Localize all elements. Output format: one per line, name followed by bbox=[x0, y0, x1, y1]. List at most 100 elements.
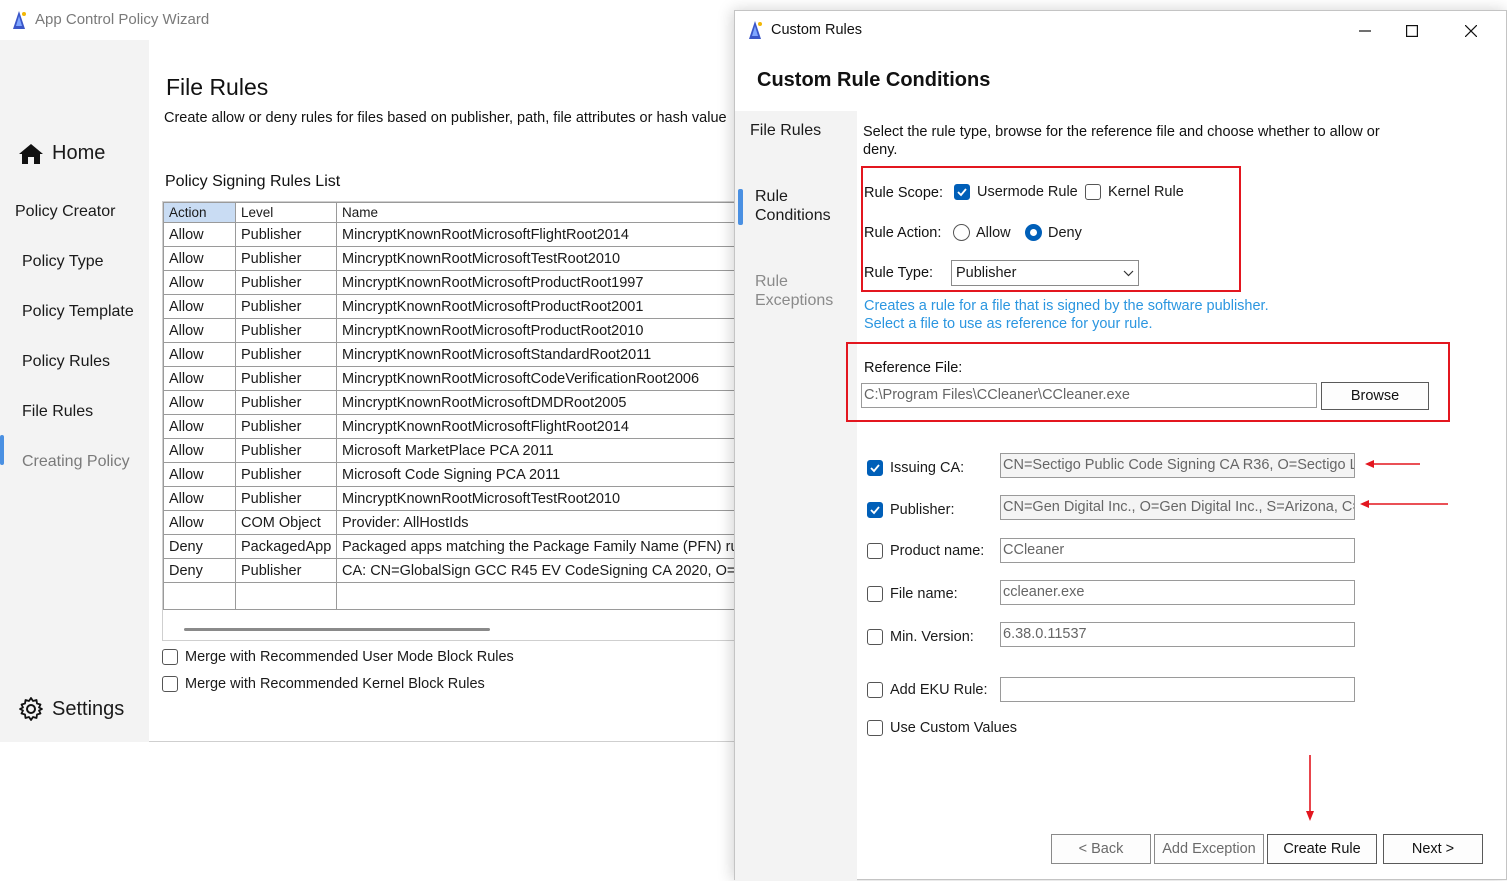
table-row[interactable]: Allow Publisher Microsoft MarketPlace PCA … bbox=[163, 438, 735, 463]
checkbox-box[interactable] bbox=[954, 184, 970, 200]
checkbox-box[interactable] bbox=[867, 720, 883, 736]
add-exception-button[interactable]: Add Exception bbox=[1154, 834, 1264, 864]
next-button[interactable]: Next > bbox=[1383, 834, 1483, 864]
file-name-field[interactable]: ccleaner.exe bbox=[1000, 580, 1355, 605]
min-version-checkbox[interactable]: Min. Version: bbox=[867, 629, 974, 645]
rule-scope-label: Rule Scope: bbox=[864, 185, 943, 201]
nav-policy-rules[interactable]: Policy Rules bbox=[22, 353, 110, 371]
eku-rule-field[interactable] bbox=[1000, 677, 1355, 702]
checkbox-box[interactable] bbox=[867, 629, 883, 645]
product-name-checkbox[interactable]: Product name: bbox=[867, 543, 984, 559]
rules-table-container[interactable]: Action Level Name Allow Publisher Mincrypt… bbox=[162, 201, 736, 641]
usermode-rule-checkbox[interactable]: Usermode Rule bbox=[954, 184, 1078, 200]
table-header-row: Action Level Name bbox=[163, 202, 735, 223]
checkbox-box[interactable] bbox=[867, 586, 883, 602]
deny-radio[interactable]: Deny bbox=[1025, 224, 1082, 241]
table-row[interactable]: Allow Publisher MincryptKnownRootMicrosoft… bbox=[163, 342, 735, 367]
nav-policy-creator[interactable]: Policy Creator bbox=[15, 203, 115, 221]
table-row[interactable]: Allow Publisher MincryptKnownRootMicrosoft… bbox=[163, 390, 735, 415]
table-row[interactable]: Allow Publisher MincryptKnownRootMicrosoft… bbox=[163, 222, 735, 247]
cell-level: Publisher bbox=[235, 486, 337, 511]
file-name-checkbox[interactable]: File name: bbox=[867, 586, 958, 602]
dialog-nav-rule-exceptions[interactable]: Rule Exceptions bbox=[755, 272, 851, 310]
kernel-rule-checkbox[interactable]: Kernel Rule bbox=[1085, 184, 1184, 200]
rule-type-dropdown[interactable]: Publisher bbox=[951, 260, 1139, 286]
allow-radio[interactable]: Allow bbox=[953, 224, 1011, 241]
table-row[interactable]: Allow Publisher MincryptKnownRootMicrosoft… bbox=[163, 270, 735, 295]
checkbox-box[interactable] bbox=[867, 460, 883, 476]
nav-home[interactable]: Home bbox=[18, 142, 105, 165]
cell-level: Publisher bbox=[235, 270, 337, 295]
cell-name: MincryptKnownRootMicrosoftProductRoot201… bbox=[336, 318, 735, 343]
table-row[interactable]: Allow Publisher MincryptKnownRootMicrosoft… bbox=[163, 366, 735, 391]
publisher-field[interactable]: CN=Gen Digital Inc., O=Gen Digital Inc.,… bbox=[1000, 495, 1355, 520]
nav-creating-policy[interactable]: Creating Policy bbox=[22, 453, 130, 471]
nav-settings[interactable]: Settings bbox=[18, 696, 124, 722]
page-title: File Rules bbox=[166, 74, 269, 100]
nav-policy-type[interactable]: Policy Type bbox=[22, 253, 104, 271]
issuing-ca-field[interactable]: CN=Sectigo Public Code Signing CA R36, O… bbox=[1000, 453, 1355, 478]
rule-type-value: Publisher bbox=[956, 265, 1017, 281]
minimize-button[interactable] bbox=[1342, 17, 1388, 45]
table-row[interactable]: Allow Publisher MincryptKnownRootMicrosoft… bbox=[163, 318, 735, 343]
issuing-ca-checkbox[interactable]: Issuing CA: bbox=[867, 460, 964, 476]
scrollbar-thumb[interactable] bbox=[184, 628, 490, 631]
table-row[interactable]: Allow Publisher Microsoft Code Signing PCA… bbox=[163, 462, 735, 487]
table-row-empty bbox=[163, 582, 735, 610]
column-header-name[interactable]: Name bbox=[336, 202, 735, 223]
cell-level: Publisher bbox=[235, 222, 337, 247]
nav-home-label: Home bbox=[52, 142, 106, 164]
cell-name: CA: CN=GlobalSign GCC R45 EV CodeSigning… bbox=[336, 558, 735, 583]
maximize-button[interactable] bbox=[1389, 17, 1435, 45]
checkbox-box[interactable] bbox=[867, 682, 883, 698]
back-button[interactable]: < Back bbox=[1051, 834, 1151, 864]
checkbox-box[interactable] bbox=[162, 676, 178, 692]
rules-table[interactable]: Action Level Name Allow Publisher Mincrypt… bbox=[163, 202, 735, 610]
radio-button[interactable] bbox=[1025, 224, 1042, 241]
checkbox-box[interactable] bbox=[162, 649, 178, 665]
cell-name: Microsoft Code Signing PCA 2011 bbox=[336, 462, 735, 487]
merge-kernel-label: Merge with Recommended Kernel Block Rule… bbox=[185, 676, 485, 692]
checkbox-box[interactable] bbox=[1085, 184, 1101, 200]
cell-level: Publisher bbox=[235, 246, 337, 271]
table-row[interactable]: Deny Publisher CA: CN=GlobalSign GCC R45 E… bbox=[163, 558, 735, 583]
table-row[interactable]: Allow Publisher MincryptKnownRootMicrosoft… bbox=[163, 414, 735, 439]
close-button[interactable] bbox=[1448, 17, 1494, 45]
dialog-nav-rule-conditions[interactable]: Rule Conditions bbox=[755, 187, 851, 225]
horizontal-scrollbar[interactable] bbox=[163, 620, 735, 640]
nav-file-rules[interactable]: File Rules bbox=[22, 403, 93, 421]
table-row[interactable]: Allow Publisher MincryptKnownRootMicrosoft… bbox=[163, 246, 735, 271]
product-name-field[interactable]: CCleaner bbox=[1000, 538, 1355, 563]
cell-action: Deny bbox=[163, 534, 236, 559]
cell-action: Deny bbox=[163, 558, 236, 583]
reference-file-input[interactable]: C:\Program Files\CCleaner\CCleaner.exe bbox=[861, 383, 1317, 408]
min-version-field[interactable]: 6.38.0.11537 bbox=[1000, 622, 1355, 647]
table-row[interactable]: Allow Publisher MincryptKnownRootMicrosoft… bbox=[163, 486, 735, 511]
eku-rule-label: Add EKU Rule: bbox=[890, 682, 988, 698]
rule-action-label: Rule Action: bbox=[864, 225, 942, 241]
column-header-level[interactable]: Level bbox=[235, 202, 337, 223]
merge-user-mode-checkbox[interactable]: Merge with Recommended User Mode Block R… bbox=[162, 649, 514, 665]
browse-button[interactable]: Browse bbox=[1321, 382, 1429, 410]
cell-action: Allow bbox=[163, 366, 236, 391]
annotation-arrow-icon bbox=[1360, 500, 1448, 508]
table-row[interactable]: Allow COM Object Provider: AllHostIds bbox=[163, 510, 735, 535]
radio-button[interactable] bbox=[953, 224, 970, 241]
eku-rule-checkbox[interactable]: Add EKU Rule: bbox=[867, 682, 988, 698]
cell-name: Packaged apps matching the Package Famil… bbox=[336, 534, 735, 559]
product-name-label: Product name: bbox=[890, 543, 985, 559]
nav-policy-template[interactable]: Policy Template bbox=[22, 303, 134, 321]
column-header-action[interactable]: Action bbox=[163, 202, 236, 223]
rule-type-label: Rule Type: bbox=[864, 265, 934, 281]
table-row[interactable]: Deny PackagedApp Packaged apps matching th… bbox=[163, 534, 735, 559]
dialog-nav-file-rules[interactable]: File Rules bbox=[750, 121, 821, 140]
create-rule-button[interactable]: Create Rule bbox=[1267, 834, 1377, 864]
annotation-arrow-icon bbox=[1306, 755, 1314, 821]
kernel-rule-label: Kernel Rule bbox=[1108, 184, 1184, 200]
merge-kernel-checkbox[interactable]: Merge with Recommended Kernel Block Rule… bbox=[162, 676, 485, 692]
use-custom-values-checkbox[interactable]: Use Custom Values bbox=[867, 720, 1017, 736]
checkbox-box[interactable] bbox=[867, 502, 883, 518]
table-row[interactable]: Allow Publisher MincryptKnownRootMicrosoft… bbox=[163, 294, 735, 319]
publisher-checkbox[interactable]: Publisher: bbox=[867, 502, 954, 518]
checkbox-box[interactable] bbox=[867, 543, 883, 559]
